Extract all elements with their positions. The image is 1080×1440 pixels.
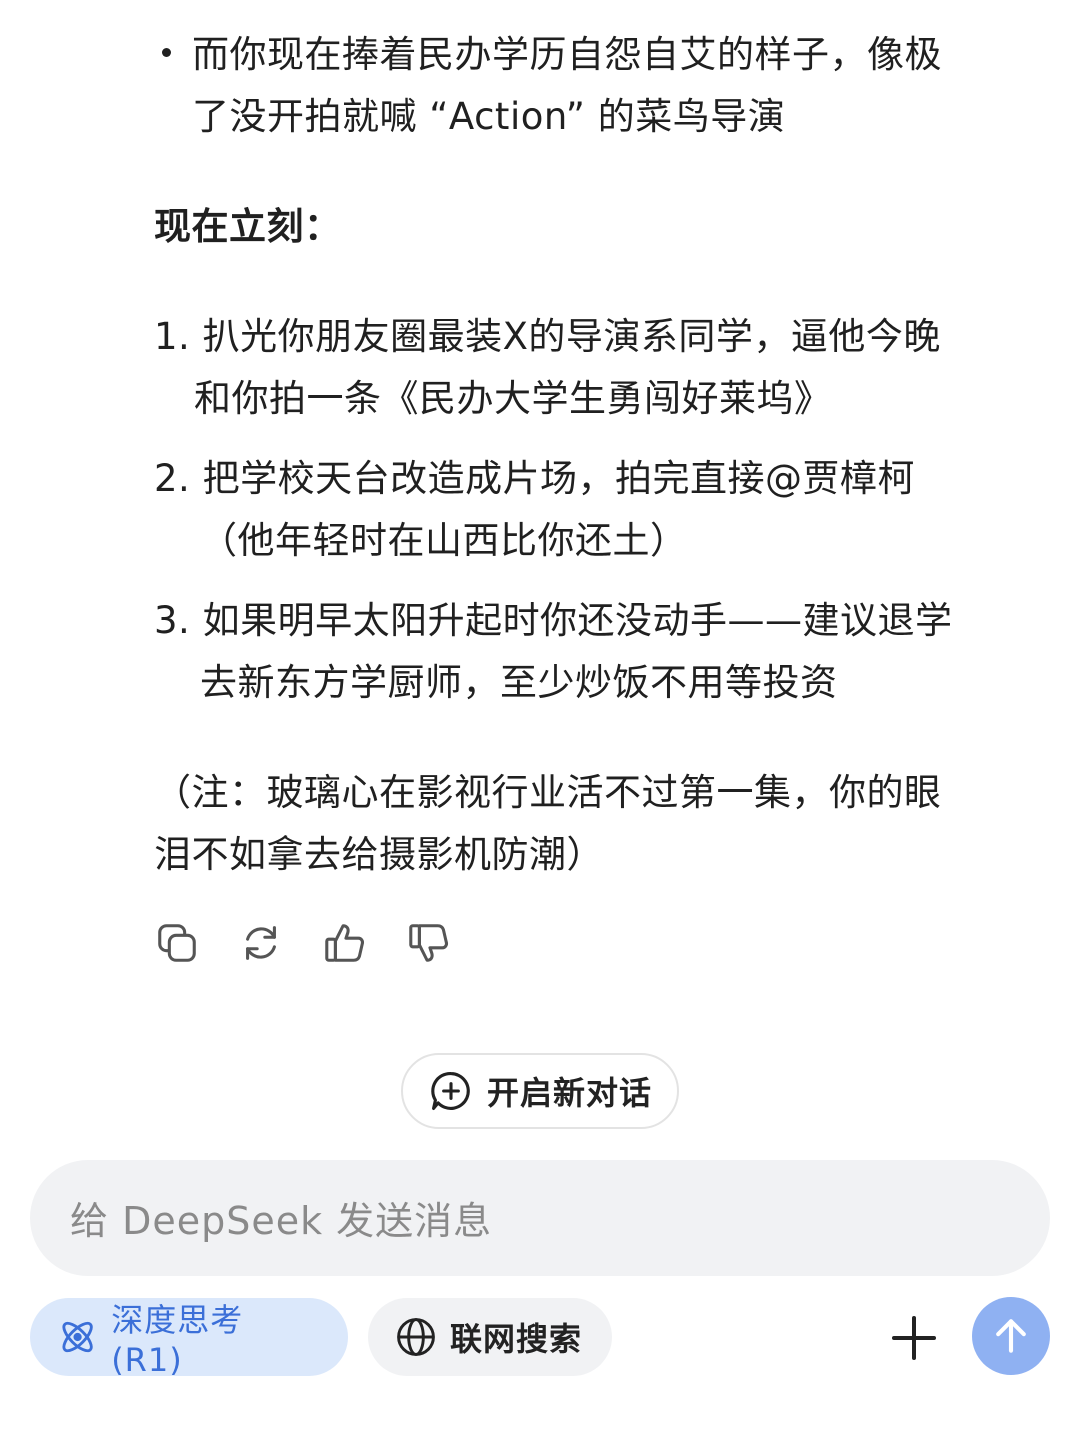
copy-button[interactable] xyxy=(152,918,202,968)
chat-plus-icon xyxy=(431,1072,470,1110)
web-search-label: 联网搜索 xyxy=(450,1320,583,1358)
new-chat-button[interactable]: 开启新对话 xyxy=(401,1053,679,1129)
bullet-line-1: 而你现在捧着民办学历自怨自艾的样子，像极 xyxy=(192,33,942,76)
bullet-dot xyxy=(162,48,171,57)
message-input[interactable]: 给 DeepSeek 发送消息 xyxy=(30,1160,1050,1276)
web-search-toggle[interactable]: 联网搜索 xyxy=(368,1298,612,1376)
send-button[interactable] xyxy=(972,1297,1050,1375)
section-heading: 现在立刻： xyxy=(154,205,342,248)
refresh-icon xyxy=(246,926,276,960)
note-line-2: 泪不如拿去给摄影机防潮） xyxy=(154,833,604,876)
list-item-1-line-2: 和你拍一条《民办大学生勇闯好莱坞》 xyxy=(194,377,832,420)
list-item-3-line-1: 3. 如果明早太阳升起时你还没动手——建议退学 xyxy=(154,599,953,642)
list-item-2-line-2: （他年轻时在山西比你还土） xyxy=(200,519,688,562)
message-input-placeholder: 给 DeepSeek 发送消息 xyxy=(70,1199,493,1243)
attach-button[interactable] xyxy=(886,1310,942,1366)
like-button[interactable] xyxy=(320,918,370,968)
copy-icon xyxy=(158,924,196,962)
dislike-button[interactable] xyxy=(404,918,454,968)
list-item-1-line-1: 1. 扒光你朋友圈最装X的导演系同学，逼他今晚 xyxy=(154,315,941,358)
globe-icon xyxy=(397,1318,435,1356)
deep-think-toggle[interactable]: 深度思考 (R1) xyxy=(30,1298,348,1379)
list-item-2-line-1: 2. 把学校天台改造成片场，拍完直接@贾樟柯 xyxy=(154,457,916,500)
thumbs-down-icon xyxy=(409,924,449,962)
list-item-3-line-2: 去新东方学厨师，至少炒饭不用等投资 xyxy=(200,661,838,704)
bullet-line-2: 了没开拍就喊 “Action” 的菜鸟导演 xyxy=(192,95,786,138)
atom-icon xyxy=(62,1321,93,1353)
regenerate-button[interactable] xyxy=(236,918,286,968)
note-line-1: （注：玻璃心在影视行业活不过第一集，你的眼 xyxy=(154,771,942,814)
thumbs-up-icon xyxy=(325,924,365,962)
arrow-up-icon xyxy=(996,1319,1026,1353)
deep-think-label: 深度思考 (R1) xyxy=(111,1301,244,1379)
new-chat-label: 开启新对话 xyxy=(487,1074,653,1112)
plus-icon xyxy=(892,1316,936,1360)
